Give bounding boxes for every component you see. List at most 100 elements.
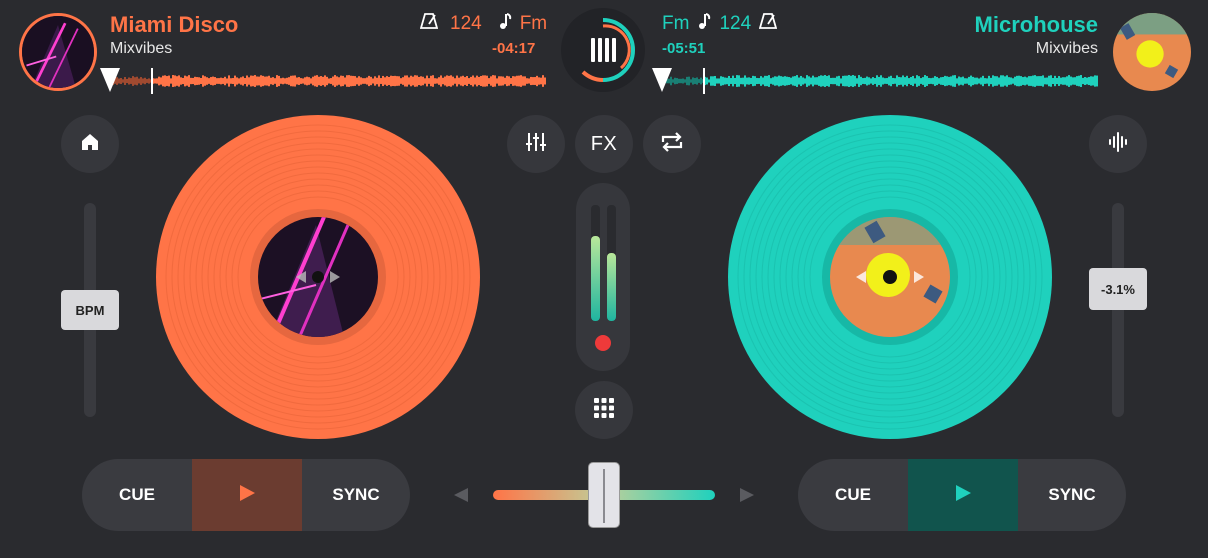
right-cue-button[interactable]: CUE xyxy=(798,459,908,531)
crossfader-knob[interactable] xyxy=(588,462,620,528)
waveform-bar xyxy=(926,76,928,86)
waveform-bar xyxy=(128,77,130,85)
mixer-button[interactable] xyxy=(507,115,565,173)
waveform-bar xyxy=(504,77,506,85)
right-sync-button[interactable]: SYNC xyxy=(1018,459,1126,531)
waveform-bar xyxy=(734,77,736,85)
waveform-bar xyxy=(714,75,716,87)
waveform-bar xyxy=(528,78,530,84)
waveform-bar xyxy=(382,75,384,87)
waveform-bar xyxy=(260,75,262,87)
waveform-bar xyxy=(222,78,224,84)
waveform-bar xyxy=(456,75,458,87)
waveform-bar xyxy=(780,76,782,86)
waveform-bar xyxy=(200,77,202,85)
waveform-bar xyxy=(842,75,844,87)
waveform-bar xyxy=(328,78,330,84)
waveform-bar xyxy=(938,78,940,84)
right-waveform[interactable] xyxy=(652,68,1098,94)
loop-button[interactable] xyxy=(643,115,701,173)
waveform-bar xyxy=(308,77,310,85)
waveform-bar xyxy=(350,75,352,87)
right-pitch-slider[interactable] xyxy=(1112,203,1124,417)
waveform-bar xyxy=(318,76,320,86)
waveform-bar xyxy=(400,78,402,84)
waveform-view-button[interactable] xyxy=(1089,115,1147,173)
waveform-bar xyxy=(198,77,200,85)
waveform-bar xyxy=(670,76,672,86)
waveform-bar xyxy=(522,76,524,86)
right-track-artwork[interactable] xyxy=(1113,13,1191,91)
waveform-bar xyxy=(344,77,346,85)
waveform-bar xyxy=(206,77,208,85)
waveform-bar xyxy=(850,75,852,87)
waveform-bar xyxy=(724,77,726,85)
app-logo-button[interactable] xyxy=(561,8,645,92)
home-icon xyxy=(79,131,101,158)
left-waveform[interactable] xyxy=(100,68,546,94)
home-button[interactable] xyxy=(61,115,119,173)
waveform-bar xyxy=(246,75,248,87)
waveform-bar xyxy=(900,77,902,85)
right-pitch-knob[interactable]: -3.1% xyxy=(1089,268,1147,310)
waveform-bar xyxy=(744,75,746,87)
right-play-button[interactable] xyxy=(908,459,1018,531)
waveform-bar xyxy=(688,76,690,86)
waveform-bar xyxy=(526,78,528,84)
fx-button[interactable]: FX xyxy=(575,115,633,173)
pads-grid-button[interactable] xyxy=(575,381,633,439)
waveform-bar xyxy=(138,78,140,84)
waveform-bar xyxy=(460,76,462,86)
left-sync-button[interactable]: SYNC xyxy=(302,459,410,531)
waveform-bar xyxy=(722,76,724,86)
left-turntable[interactable] xyxy=(156,115,480,439)
waveform-bar xyxy=(366,77,368,85)
waveform-bar xyxy=(964,78,966,84)
waveform-bar xyxy=(1058,76,1060,86)
waveform-bar xyxy=(1012,78,1014,84)
waveform-bar xyxy=(272,77,274,85)
waveform-bar xyxy=(168,75,170,87)
waveform-bar xyxy=(774,76,776,86)
waveform-bar xyxy=(126,78,128,84)
waveform-bar xyxy=(116,77,118,85)
waveform-bar xyxy=(782,76,784,86)
waveform-bar xyxy=(990,77,992,85)
waveform-bar xyxy=(848,75,850,87)
waveform-bar xyxy=(180,77,182,85)
crossfader-right-arrow[interactable] xyxy=(738,486,756,509)
waveform-bar xyxy=(910,77,912,85)
waveform-bar xyxy=(668,78,670,84)
left-track-artwork[interactable] xyxy=(19,13,97,91)
waveform-bar xyxy=(450,75,452,87)
waveform-bar xyxy=(1056,77,1058,85)
waveform-bar xyxy=(364,78,366,84)
crossfader-left-arrow[interactable] xyxy=(452,486,470,509)
waveform-bar xyxy=(1040,76,1042,86)
waveform-bar xyxy=(884,78,886,84)
waveform-bar xyxy=(684,79,686,83)
waveform-bar xyxy=(918,76,920,86)
waveform-bar xyxy=(202,75,204,87)
waveform-bar xyxy=(852,75,854,87)
waveform-bar xyxy=(354,76,356,86)
waveform-bar xyxy=(420,76,422,86)
left-pitch-knob[interactable]: BPM xyxy=(61,290,119,330)
waveform-bar xyxy=(834,77,836,85)
waveform-bar xyxy=(756,77,758,85)
left-cue-button[interactable]: CUE xyxy=(82,459,192,531)
waveform-bar xyxy=(544,77,546,85)
waveform-bar xyxy=(740,77,742,85)
waveform-bar xyxy=(1034,75,1036,87)
waveform-bar xyxy=(162,75,164,87)
waveform-bar xyxy=(330,78,332,84)
waveform-bar xyxy=(384,77,386,85)
right-turntable[interactable] xyxy=(728,115,1052,439)
left-play-button[interactable] xyxy=(192,459,302,531)
left-transport: CUE SYNC xyxy=(82,459,410,531)
waveform-bar xyxy=(376,77,378,85)
waveform-bar xyxy=(856,78,858,84)
waveform-bar xyxy=(472,75,474,87)
waveform-bar xyxy=(214,77,216,85)
waveform-bar xyxy=(958,76,960,86)
